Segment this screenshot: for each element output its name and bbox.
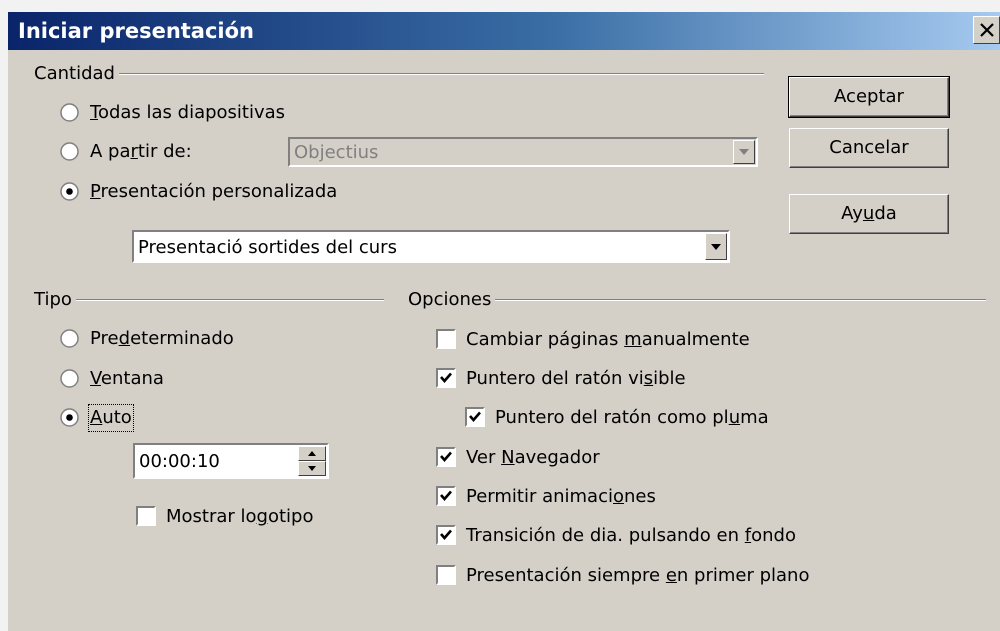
spin-up-icon <box>308 451 316 456</box>
close-button[interactable] <box>973 16 1000 44</box>
radio-window-label: Ventana <box>90 368 164 389</box>
custom-show-value: Presentació sortides del curs <box>138 237 397 258</box>
checkbox-box <box>436 525 456 545</box>
radio-button-selected-icon <box>60 408 79 427</box>
radio-from-slide-label: A partir de: <box>90 141 192 162</box>
spin-down-button[interactable] <box>298 461 326 476</box>
custom-show-dropdown-button[interactable] <box>705 233 727 260</box>
radio-custom-show-label: Presentación personalizada <box>90 181 338 202</box>
cancel-button[interactable]: Cancelar <box>789 128 949 168</box>
radio-default-label: Predeterminado <box>90 328 234 349</box>
ok-button[interactable]: Aceptar <box>788 76 950 118</box>
start-presentation-dialog: Iniciar presentación Cantidad Todas las … <box>0 0 1000 631</box>
checkbox-box <box>436 447 456 467</box>
window-frame-top <box>0 0 1000 12</box>
radio-auto-label: Auto <box>88 404 134 432</box>
close-icon <box>980 23 994 37</box>
from-slide-value: Objectius <box>294 142 379 163</box>
option-navigator-label: Ver Navegador <box>466 447 600 468</box>
title-bar[interactable]: Iniciar presentación <box>8 12 1000 50</box>
chevron-down-icon <box>711 244 721 250</box>
from-slide-dropdown-button[interactable] <box>733 140 755 164</box>
option-background-transition-label: Transición de dia. pulsando en fondo <box>466 525 796 546</box>
pause-duration-value: 00:00:10 <box>139 451 220 472</box>
from-slide-select[interactable]: Objectius <box>288 137 758 167</box>
check-icon <box>440 529 452 540</box>
dialog-title: Iniciar presentación <box>18 19 255 43</box>
help-button[interactable]: Ayuda <box>789 194 949 234</box>
pause-duration-spinner[interactable]: 00:00:10 <box>133 443 329 479</box>
spin-down-icon <box>308 466 316 471</box>
options-group-label: Opciones <box>408 289 496 311</box>
chevron-down-icon <box>739 149 749 155</box>
radio-button-selected-icon <box>60 182 79 201</box>
checkbox-box <box>436 329 456 349</box>
custom-show-select[interactable]: Presentació sortides del curs <box>132 230 730 263</box>
checkbox-box <box>436 486 456 506</box>
check-icon <box>469 411 481 422</box>
option-pointer-visible-label: Puntero del ratón visible <box>466 368 686 389</box>
type-group-line <box>34 299 384 301</box>
check-icon <box>440 451 452 462</box>
radio-button-icon <box>60 103 79 122</box>
option-manual-pages-label: Cambiar páginas manualmente <box>466 329 750 350</box>
option-animations-label: Permitir animaciones <box>466 486 656 507</box>
option-always-on-top-label: Presentación siempre en primer plano <box>466 565 810 586</box>
spin-up-button[interactable] <box>298 446 326 461</box>
show-logo-label: Mostrar logotipo <box>166 506 314 527</box>
checkbox-box <box>436 565 456 585</box>
option-pointer-pen-label: Puntero del ratón como pluma <box>495 407 769 428</box>
check-icon <box>440 490 452 501</box>
quantity-group-line <box>34 73 764 75</box>
checkbox-box <box>136 506 156 526</box>
radio-button-icon <box>60 369 79 388</box>
window-frame-left <box>0 0 8 631</box>
radio-button-icon <box>60 329 79 348</box>
checkbox-box <box>465 407 485 427</box>
checkbox-box <box>436 368 456 388</box>
type-group-label: Tipo <box>34 289 76 311</box>
check-icon <box>440 372 452 383</box>
radio-button-icon <box>60 142 79 161</box>
quantity-group-label: Cantidad <box>34 63 119 85</box>
radio-all-slides-label: Todas las diapositivas <box>90 102 286 123</box>
